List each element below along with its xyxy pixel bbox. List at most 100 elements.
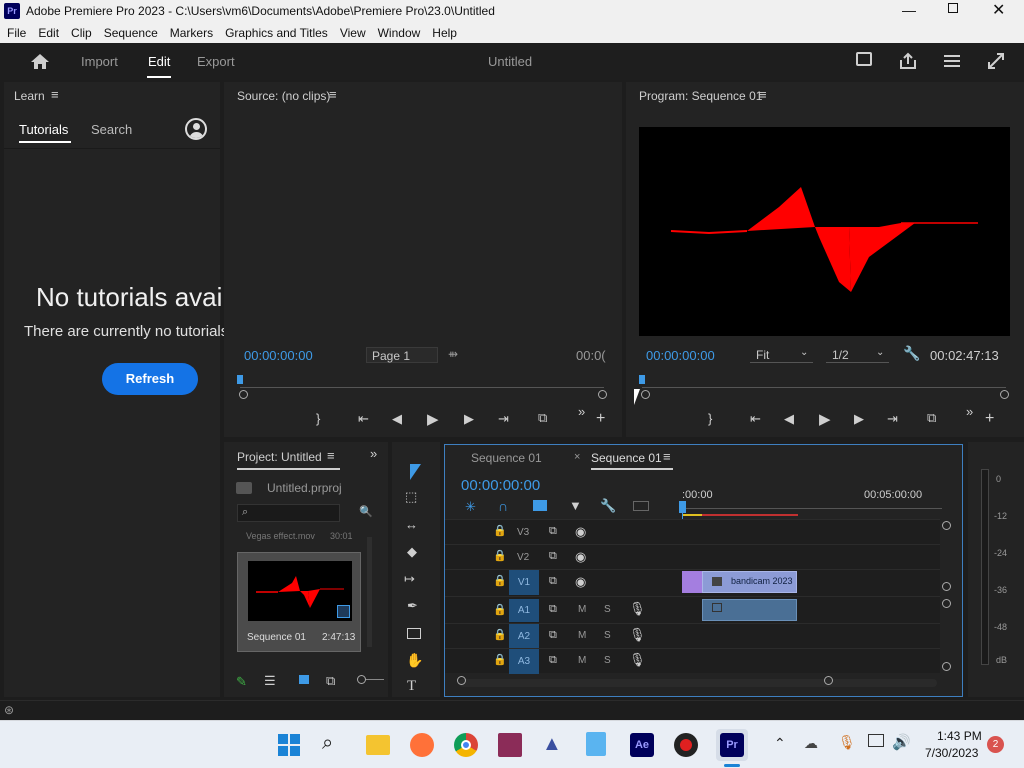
track-id-v3[interactable]: V3 xyxy=(517,527,529,538)
selection-tool-icon[interactable] xyxy=(410,464,421,480)
onedrive-icon[interactable]: ☁ xyxy=(804,735,818,752)
clock-time[interactable]: 1:43 PM xyxy=(937,729,982,743)
slip-icon[interactable]: ↦ xyxy=(404,571,415,587)
track-a3[interactable]: 🔒 A3 ⧉ M S 🎙 xyxy=(445,648,940,674)
insert-icon[interactable]: ⧉ xyxy=(538,410,547,426)
program-header[interactable]: Program: Sequence 01 xyxy=(639,89,762,103)
menu-help[interactable]: Help xyxy=(432,26,457,40)
lock-icon[interactable]: 🔒 xyxy=(493,653,507,666)
sync-lock-icon[interactable]: ⧉ xyxy=(549,603,557,616)
program-zoom-start[interactable] xyxy=(641,390,650,399)
v-scroll-handle-top[interactable] xyxy=(942,521,951,530)
step-back-icon[interactable]: ◀ xyxy=(392,411,402,427)
menu-edit[interactable]: Edit xyxy=(38,26,59,40)
go-to-in-icon[interactable]: ⇤ xyxy=(750,411,761,427)
chrome-icon[interactable] xyxy=(454,733,478,757)
razor-icon[interactable]: ◆ xyxy=(407,544,417,560)
program-scrub-bar[interactable] xyxy=(642,378,1006,388)
source-menu-icon[interactable]: ≡ xyxy=(329,87,337,102)
microphone-icon[interactable]: 🎙 xyxy=(629,652,646,668)
quick-export-icon[interactable] xyxy=(856,52,872,66)
user-avatar-icon[interactable] xyxy=(185,118,207,140)
linked-selection-icon[interactable] xyxy=(533,500,547,511)
fit-select[interactable]: Fit ⌄ xyxy=(750,346,813,363)
timeline-menu-icon[interactable]: ≡ xyxy=(663,449,671,464)
record-icon[interactable] xyxy=(674,733,698,757)
menu-window[interactable]: Window xyxy=(378,26,421,40)
eye-icon[interactable]: ◉ xyxy=(575,524,586,540)
source-page-select[interactable]: Page 1 xyxy=(366,347,438,363)
program-zoom-end[interactable] xyxy=(1000,390,1009,399)
mark-out-icon[interactable]: } xyxy=(316,411,320,426)
notepad-icon[interactable] xyxy=(586,732,606,756)
sync-lock-icon[interactable]: ⧉ xyxy=(549,575,557,588)
type-icon[interactable]: T xyxy=(407,678,416,695)
winrar-icon[interactable] xyxy=(498,733,522,757)
play-icon[interactable]: ▶ xyxy=(427,410,439,428)
source-playhead[interactable] xyxy=(237,375,243,384)
pencil-icon[interactable]: ✎ xyxy=(236,674,247,690)
v-scroll-handle-a1[interactable] xyxy=(942,599,951,608)
video-clip-bandicam[interactable]: bandicam 2023 xyxy=(702,571,797,593)
track-v1[interactable]: 🔒 V1 ⧉ ◉ bandicam 2023 xyxy=(445,569,940,596)
minimize-icon[interactable]: — xyxy=(902,2,916,18)
sync-lock-icon[interactable]: ⧉ xyxy=(549,629,557,642)
zoom-slider-icon[interactable] xyxy=(357,675,366,684)
timeline-tab-2[interactable]: Sequence 01 xyxy=(591,451,662,465)
v-scroll-handle-bottom[interactable] xyxy=(942,662,951,671)
start-icon[interactable] xyxy=(278,734,300,756)
lock-icon[interactable]: 🔒 xyxy=(493,524,507,537)
learn-tab-tutorials[interactable]: Tutorials xyxy=(19,122,68,137)
step-forward-icon[interactable]: ▶ xyxy=(464,411,474,427)
workspaces-icon[interactable] xyxy=(943,53,961,69)
marker-icon[interactable]: ▼ xyxy=(569,498,582,513)
eye-icon[interactable]: ◉ xyxy=(575,574,586,590)
maximize-icon[interactable] xyxy=(948,3,958,13)
file-explorer-icon[interactable] xyxy=(366,735,390,755)
clock-date[interactable]: 7/30/2023 xyxy=(925,746,978,760)
zoom-slider-track[interactable] xyxy=(366,679,384,680)
eye-icon[interactable]: ◉ xyxy=(575,549,586,565)
mark-out-icon[interactable]: } xyxy=(708,411,712,426)
tray-chevron-icon[interactable]: ⌃ xyxy=(774,735,786,752)
clip-thumbnail-card[interactable]: Sequence 01 2:47:13 xyxy=(237,552,361,652)
project-search-input[interactable]: ⌕ xyxy=(237,504,340,522)
program-playhead[interactable] xyxy=(639,375,645,384)
video-clip-purple[interactable] xyxy=(682,571,702,593)
track-a1[interactable]: 🔒 A1 ⧉ M S 🎙 xyxy=(445,596,940,623)
project-header[interactable]: Project: Untitled xyxy=(237,450,322,464)
go-to-out-icon[interactable]: ⇥ xyxy=(498,411,509,427)
track-v2[interactable]: 🔒 V2 ⧉ ◉ xyxy=(445,544,940,569)
menu-clip[interactable]: Clip xyxy=(71,26,92,40)
snap-icon[interactable]: ✳ xyxy=(465,499,476,515)
program-timecode[interactable]: 00:00:00:00 xyxy=(646,348,715,363)
add-button-icon[interactable]: + xyxy=(985,410,994,428)
add-button-icon[interactable]: + xyxy=(596,410,605,428)
captions-icon[interactable] xyxy=(633,501,649,511)
panel-menu-icon[interactable]: ≡ xyxy=(51,87,59,102)
source-header[interactable]: Source: (no clips) xyxy=(237,89,330,103)
list-view-icon[interactable]: ☰ xyxy=(264,673,276,689)
more-controls-icon[interactable]: » xyxy=(966,404,973,419)
solo-button[interactable]: S xyxy=(604,604,611,615)
close-icon[interactable]: ✕ xyxy=(992,0,1005,20)
program-video-frame[interactable] xyxy=(639,127,1010,336)
pen-icon[interactable]: ✒ xyxy=(407,598,418,614)
fullscreen-icon[interactable] xyxy=(988,53,1004,69)
timeline-tab-1[interactable]: Sequence 01 xyxy=(471,451,542,465)
notification-badge[interactable]: 2 xyxy=(987,736,1004,753)
icon-view-icon[interactable] xyxy=(299,675,309,684)
source-timecode[interactable]: 00:00:00:00 xyxy=(244,348,313,363)
refresh-button[interactable]: Refresh xyxy=(102,363,198,395)
hand-icon[interactable]: ✋ xyxy=(406,652,423,669)
program-menu-icon[interactable]: ≡ xyxy=(759,87,767,102)
close-tab-icon[interactable]: × xyxy=(574,451,580,463)
resolution-select[interactable]: 1/2 ⌄ xyxy=(826,346,889,363)
step-back-icon[interactable]: ◀ xyxy=(784,411,794,427)
track-id-a2[interactable]: A2 xyxy=(509,624,539,649)
mute-button[interactable]: M xyxy=(578,655,586,666)
timeline-playhead[interactable] xyxy=(679,501,686,513)
rectangle-icon[interactable] xyxy=(407,628,421,639)
tab-import[interactable]: Import xyxy=(81,54,118,69)
firefox-icon[interactable] xyxy=(410,733,434,757)
